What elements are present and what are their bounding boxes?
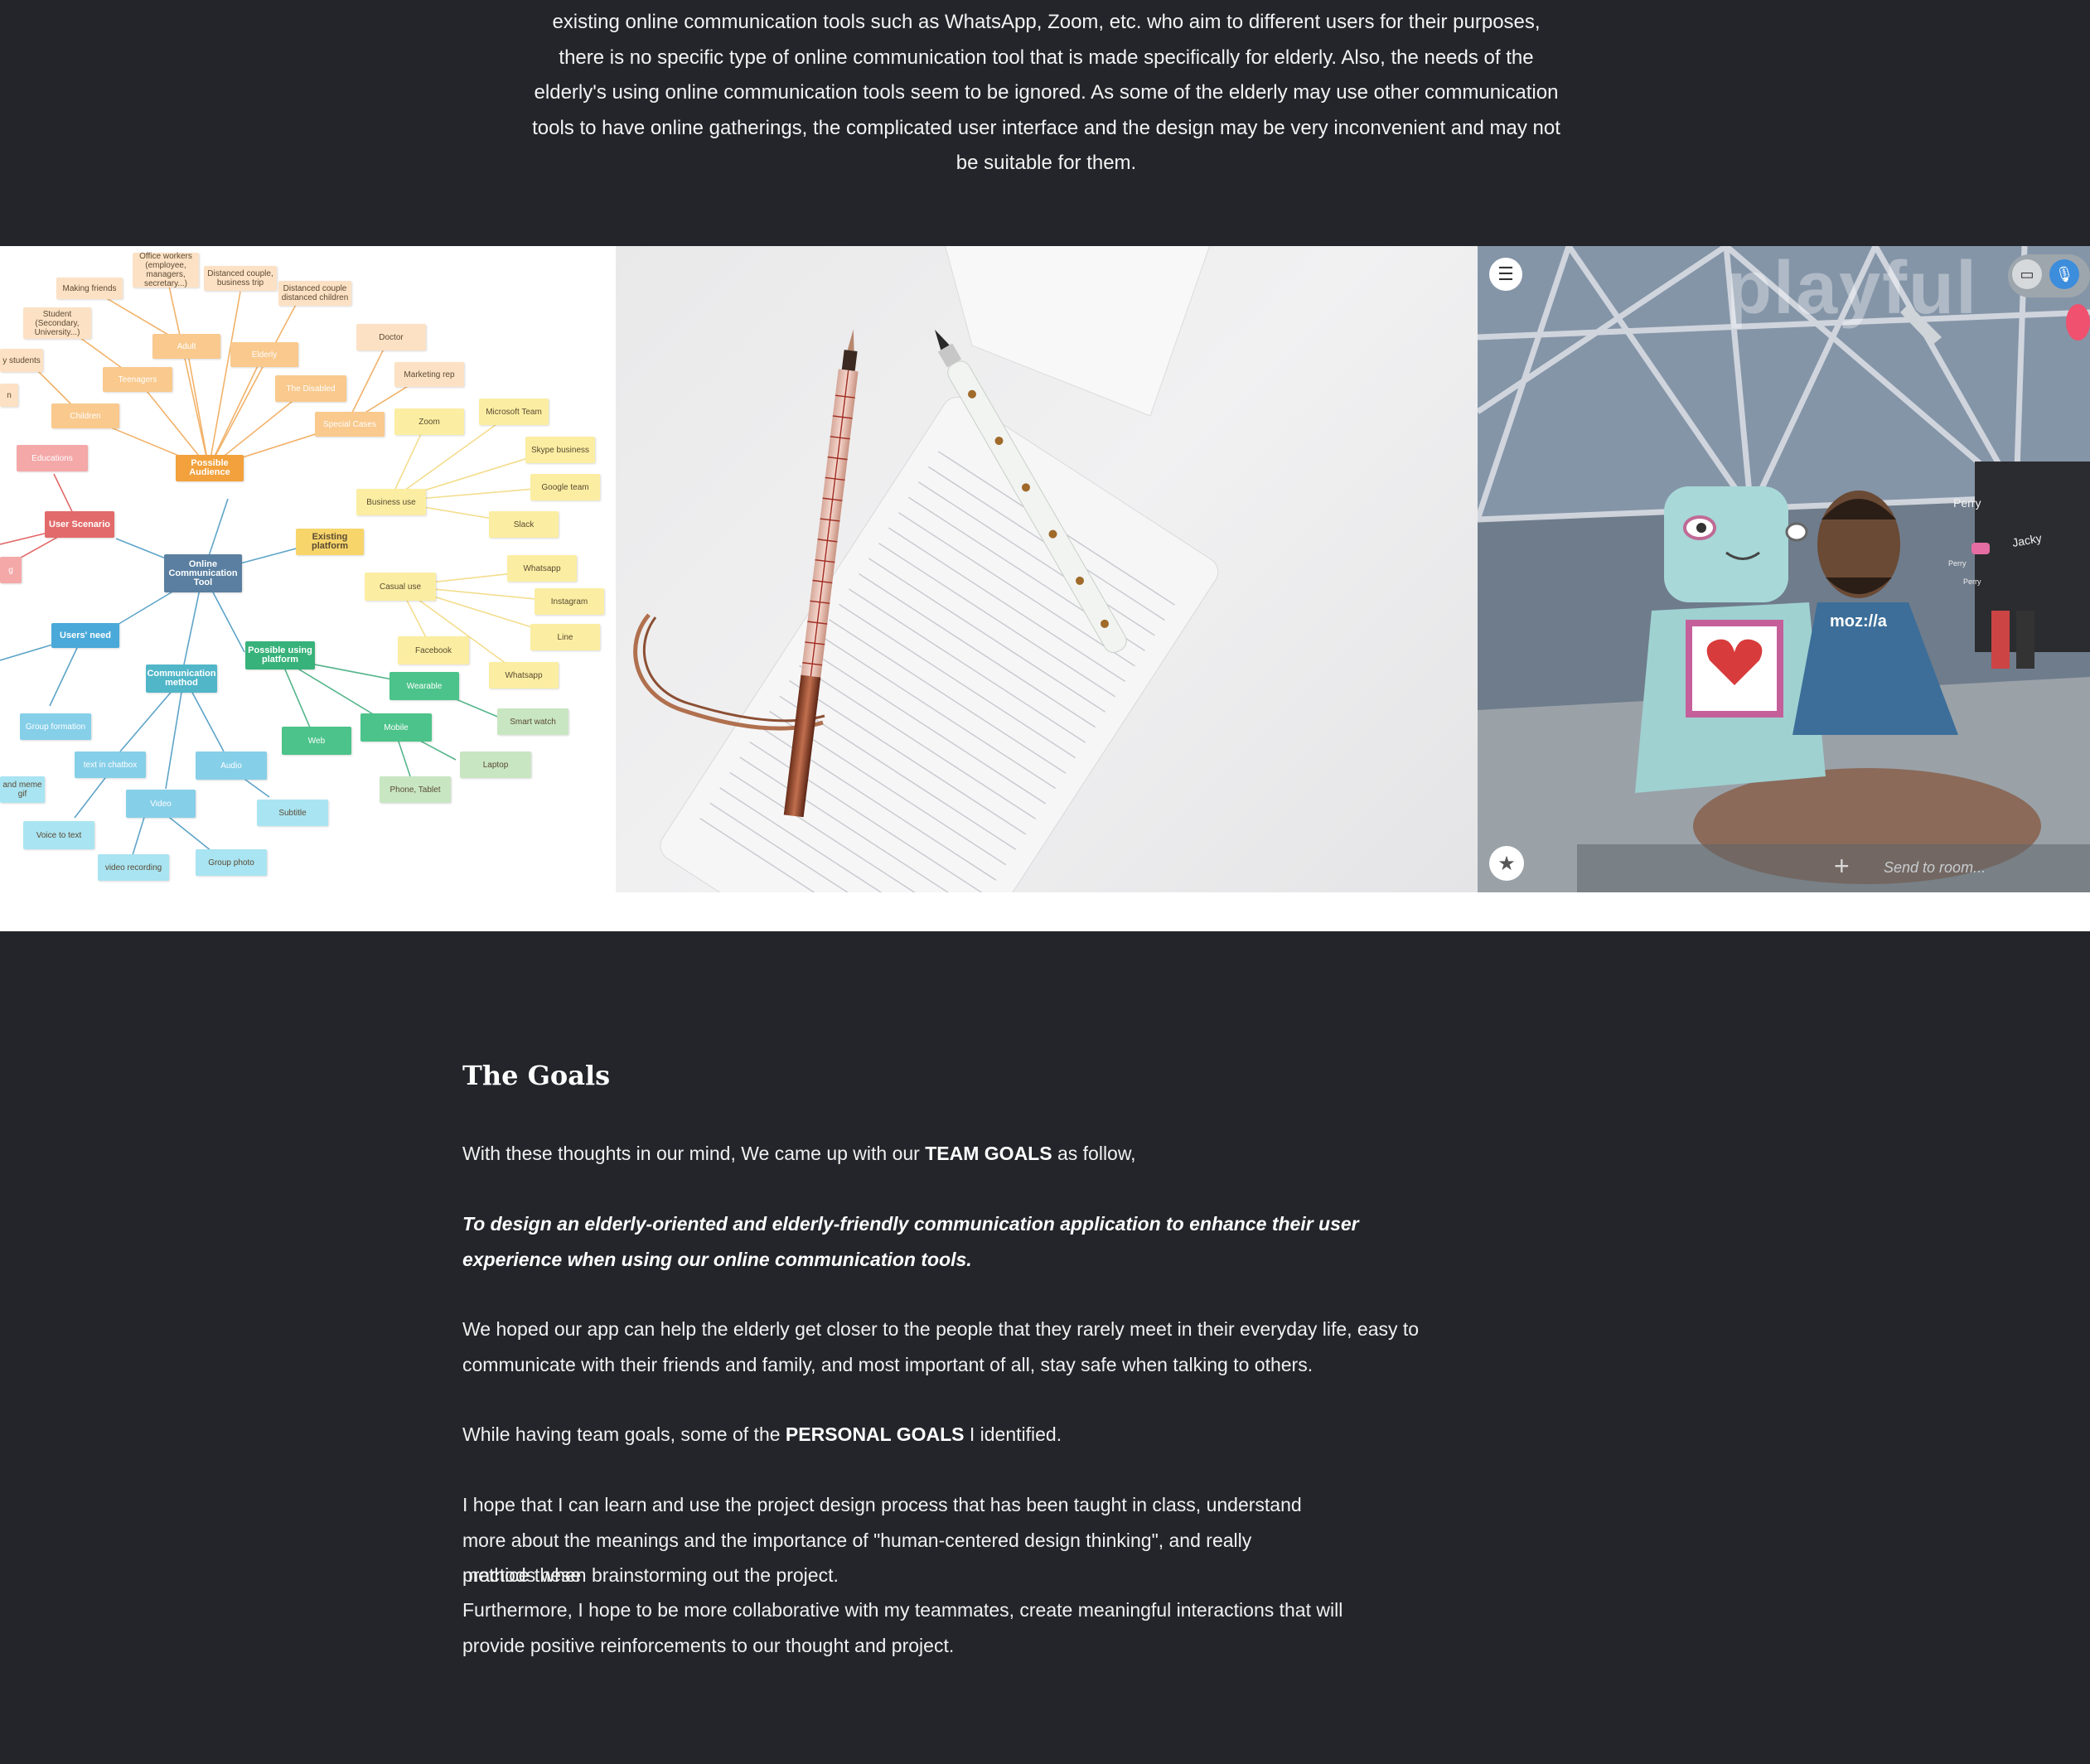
mindmap-node: and meme gif: [0, 776, 45, 803]
mindmap-node: Special Cases: [315, 412, 385, 437]
mindmap-node: Instagram: [535, 588, 604, 615]
notebook-pens-photo[interactable]: [616, 246, 1478, 892]
mindmap-node: Zoom: [394, 408, 464, 435]
mindmap-node: Possible using platform: [245, 641, 315, 669]
mindmap-node: Audio: [196, 752, 267, 780]
mindmap-node: Wearable: [389, 672, 459, 700]
mindmap-node: Distanced couple, business trip: [204, 266, 277, 291]
goals-heading: The Goals: [462, 1060, 611, 1091]
mindmap-node: Microsoft Team: [479, 399, 549, 425]
mindmap-image[interactable]: Online Communication Tool Possible Audie…: [0, 246, 616, 892]
vr-shirt-logo: moz://a: [1830, 612, 1887, 631]
mindmap-node: Business use: [356, 489, 426, 515]
mindmap-node: Line: [530, 624, 600, 650]
chat-input[interactable]: Send to room...: [1884, 859, 1986, 877]
notebook-pens-illustration: [633, 246, 1219, 892]
goals-paragraph-personal: While having team goals, some of the PER…: [462, 1417, 1440, 1452]
mindmap-node: Facebook: [398, 636, 469, 665]
vr-name-tag: Perry: [1948, 559, 1967, 568]
mindmap-node: Web: [282, 727, 351, 755]
mindmap-node: Skype business: [525, 437, 595, 463]
mindmap-node: Users' need: [51, 623, 119, 648]
mindmap-node: Phone, Tablet: [380, 776, 451, 803]
team-goals-label: TEAM GOALS: [925, 1143, 1052, 1164]
mindmap-node: The Disabled: [275, 375, 346, 402]
vr-room-screenshot[interactable]: playful Perry Jacky Perry Perry moz://a …: [1478, 246, 2090, 892]
mindmap-node: Whatsapp: [507, 555, 577, 582]
mindmap-node: Google team: [530, 474, 600, 500]
mindmap-node: text in chatbox: [75, 752, 146, 778]
chat-bar: + Send to room...: [1577, 844, 2090, 892]
mindmap-node: Distanced couple distanced children: [278, 281, 351, 306]
mindmap-node: Doctor: [356, 324, 426, 350]
intro-paragraph: existing online communication tools such…: [532, 11, 1560, 174]
mindmap-node: Video: [126, 790, 196, 818]
mindmap-node: Casual use: [365, 573, 436, 601]
goals-text: I identified.: [964, 1423, 1062, 1445]
mindmap-node: Teenagers: [103, 367, 172, 392]
microphone-icon[interactable]: 🎙: [2049, 259, 2079, 289]
image-gallery: Online Communication Tool Possible Audie…: [0, 246, 2090, 892]
mindmap-node: Existing platform: [296, 529, 364, 555]
mindmap-node: Marketing rep: [394, 362, 464, 387]
goals-mission-statement: To design an elderly-oriented and elderl…: [462, 1213, 1359, 1270]
mindmap-node: Student (Secondary, University...): [23, 307, 91, 339]
mindmap-node: Educations: [17, 445, 88, 471]
mindmap-node: User Scenario: [45, 511, 114, 538]
goals-paragraph-hope: We hoped our app can help the elderly ge…: [462, 1318, 1420, 1375]
mindmap-node: Group formation: [20, 713, 91, 740]
mindmap-node: g: [0, 557, 22, 583]
mindmap-node: y students: [0, 349, 43, 372]
mindmap-node: video recording: [98, 854, 169, 881]
mindmap-node: Smart watch: [497, 708, 568, 735]
goals-personal-line2: methods when brainstorming out the proje…: [462, 1564, 839, 1586]
mindmap-node: Office workers (employee, managers, secr…: [133, 252, 199, 288]
mindmap-node: Group photo: [196, 849, 267, 876]
mindmap-node: Slack: [489, 511, 559, 538]
mindmap-node: Whatsapp: [489, 662, 559, 689]
mindmap-node: Subtitle: [257, 800, 328, 826]
mindmap-node: Children: [51, 404, 119, 428]
mindmap-node: Possible Audience: [176, 455, 244, 481]
mindmap-node: Making friends: [56, 278, 123, 299]
screen-share-icon[interactable]: ▭: [2012, 259, 2042, 289]
mindmap-node: Laptop: [460, 752, 531, 778]
menu-icon[interactable]: ☰: [1489, 258, 1522, 291]
goals-section: The Goals With these thoughts in our min…: [0, 931, 2090, 1764]
mindmap-center-node: Online Communication Tool: [164, 554, 242, 592]
vr-wall-text: playful: [1726, 247, 1979, 330]
mindmap-node: Voice to text: [23, 821, 94, 849]
goals-paragraph-team: With these thoughts in our mind, We came…: [462, 1136, 1440, 1172]
mindmap-node: Communication method: [146, 665, 217, 693]
section-divider: [0, 892, 2090, 931]
goals-text: as follow,: [1052, 1143, 1136, 1164]
vr-scene-illustration: [1478, 246, 2090, 892]
intro-section: existing online communication tools such…: [0, 0, 2090, 246]
mindmap-node: Mobile: [360, 713, 432, 742]
vr-name-tag: Perry: [1953, 496, 1981, 510]
favorite-star-icon[interactable]: ★: [1489, 846, 1524, 881]
goals-text: While having team goals, some of the: [462, 1423, 786, 1445]
personal-goals-label: PERSONAL GOALS: [785, 1423, 965, 1445]
goals-text: With these thoughts in our mind, We came…: [462, 1143, 926, 1164]
vr-name-tag: Perry: [1963, 578, 1981, 586]
goals-personal-line3: Furthermore, I hope to be more collabora…: [462, 1599, 1343, 1656]
mindmap-node: Adult: [152, 334, 220, 359]
mindmap-node: n: [0, 384, 18, 407]
add-icon[interactable]: +: [1834, 851, 1850, 882]
mindmap-node: Elderly: [230, 342, 298, 367]
